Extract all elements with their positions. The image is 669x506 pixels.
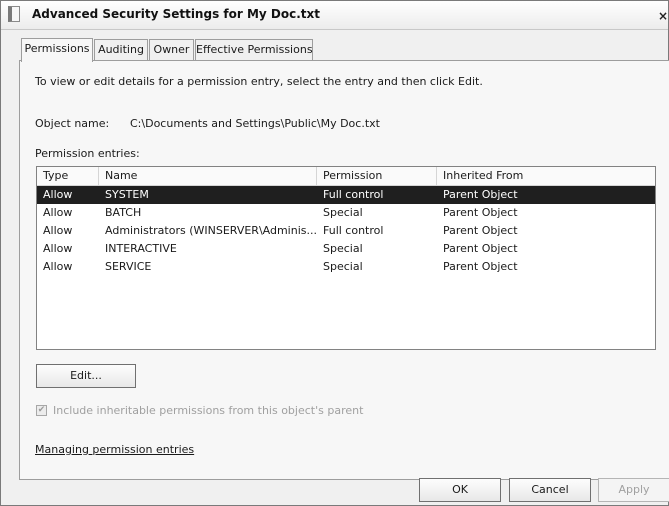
row-permission: Special: [323, 206, 363, 219]
window-title: Advanced Security Settings for My Doc.tx…: [32, 7, 320, 21]
row-name: INTERACTIVE: [105, 242, 177, 255]
permission-entries-list[interactable]: Type Name Permission Inherited From Allo…: [36, 166, 656, 350]
apply-button[interactable]: Apply: [598, 478, 669, 502]
edit-button[interactable]: Edit...: [36, 364, 136, 388]
row-name: BATCH: [105, 206, 142, 219]
row-inherited-from: Parent Object: [443, 260, 518, 273]
row-permission: Full control: [323, 188, 384, 201]
row-inherited-from: Parent Object: [443, 206, 518, 219]
row-inherited-from: Parent Object: [443, 188, 518, 201]
list-row[interactable]: Allow SYSTEM Full control Parent Object: [37, 186, 655, 204]
column-header-permission[interactable]: Permission: [317, 167, 437, 185]
tab-permissions[interactable]: Permissions: [21, 38, 93, 62]
column-header-name[interactable]: Name: [99, 167, 317, 185]
row-inherited-from: Parent Object: [443, 224, 518, 237]
list-row[interactable]: Allow SERVICE Special Parent Object: [37, 258, 655, 276]
column-header-inherited-from[interactable]: Inherited From: [437, 167, 655, 185]
tab-auditing[interactable]: Auditing: [94, 39, 148, 60]
instruction-text: To view or edit details for a permission…: [35, 75, 483, 88]
include-inheritable-label: Include inheritable permissions from thi…: [53, 404, 364, 417]
checkmark-icon: ✔: [37, 405, 46, 415]
list-row[interactable]: Allow Administrators (WINSERVER\Adminis.…: [37, 222, 655, 240]
list-row[interactable]: Allow INTERACTIVE Special Parent Object: [37, 240, 655, 258]
row-inherited-from: Parent Object: [443, 242, 518, 255]
row-name: SYSTEM: [105, 188, 149, 201]
advanced-security-dialog: Advanced Security Settings for My Doc.tx…: [0, 0, 669, 506]
cancel-button[interactable]: Cancel: [509, 478, 591, 502]
row-permission: Special: [323, 260, 363, 273]
column-header-type[interactable]: Type: [37, 167, 99, 185]
list-row[interactable]: Allow BATCH Special Parent Object: [37, 204, 655, 222]
permission-entries-label: Permission entries:: [35, 147, 140, 160]
document-icon: [8, 6, 20, 22]
include-inheritable-checkbox[interactable]: ✔: [36, 405, 47, 416]
managing-permission-entries-link[interactable]: Managing permission entries: [35, 443, 194, 456]
row-name: SERVICE: [105, 260, 152, 273]
row-type: Allow: [43, 188, 73, 201]
row-name: Administrators (WINSERVER\Adminis...: [105, 224, 317, 237]
row-type: Allow: [43, 242, 73, 255]
object-name-label: Object name:: [35, 117, 110, 130]
list-header: Type Name Permission Inherited From: [37, 167, 655, 186]
row-type: Allow: [43, 224, 73, 237]
ok-button[interactable]: OK: [419, 478, 501, 502]
object-name-value: C:\Documents and Settings\Public\My Doc.…: [130, 117, 380, 130]
row-permission: Full control: [323, 224, 384, 237]
tab-owner[interactable]: Owner: [149, 39, 194, 60]
tab-effective-permissions[interactable]: Effective Permissions: [195, 39, 313, 60]
row-type: Allow: [43, 206, 73, 219]
row-type: Allow: [43, 260, 73, 273]
row-permission: Special: [323, 242, 363, 255]
title-bar: Advanced Security Settings for My Doc.tx…: [1, 1, 668, 30]
close-icon[interactable]: ×: [658, 9, 669, 23]
